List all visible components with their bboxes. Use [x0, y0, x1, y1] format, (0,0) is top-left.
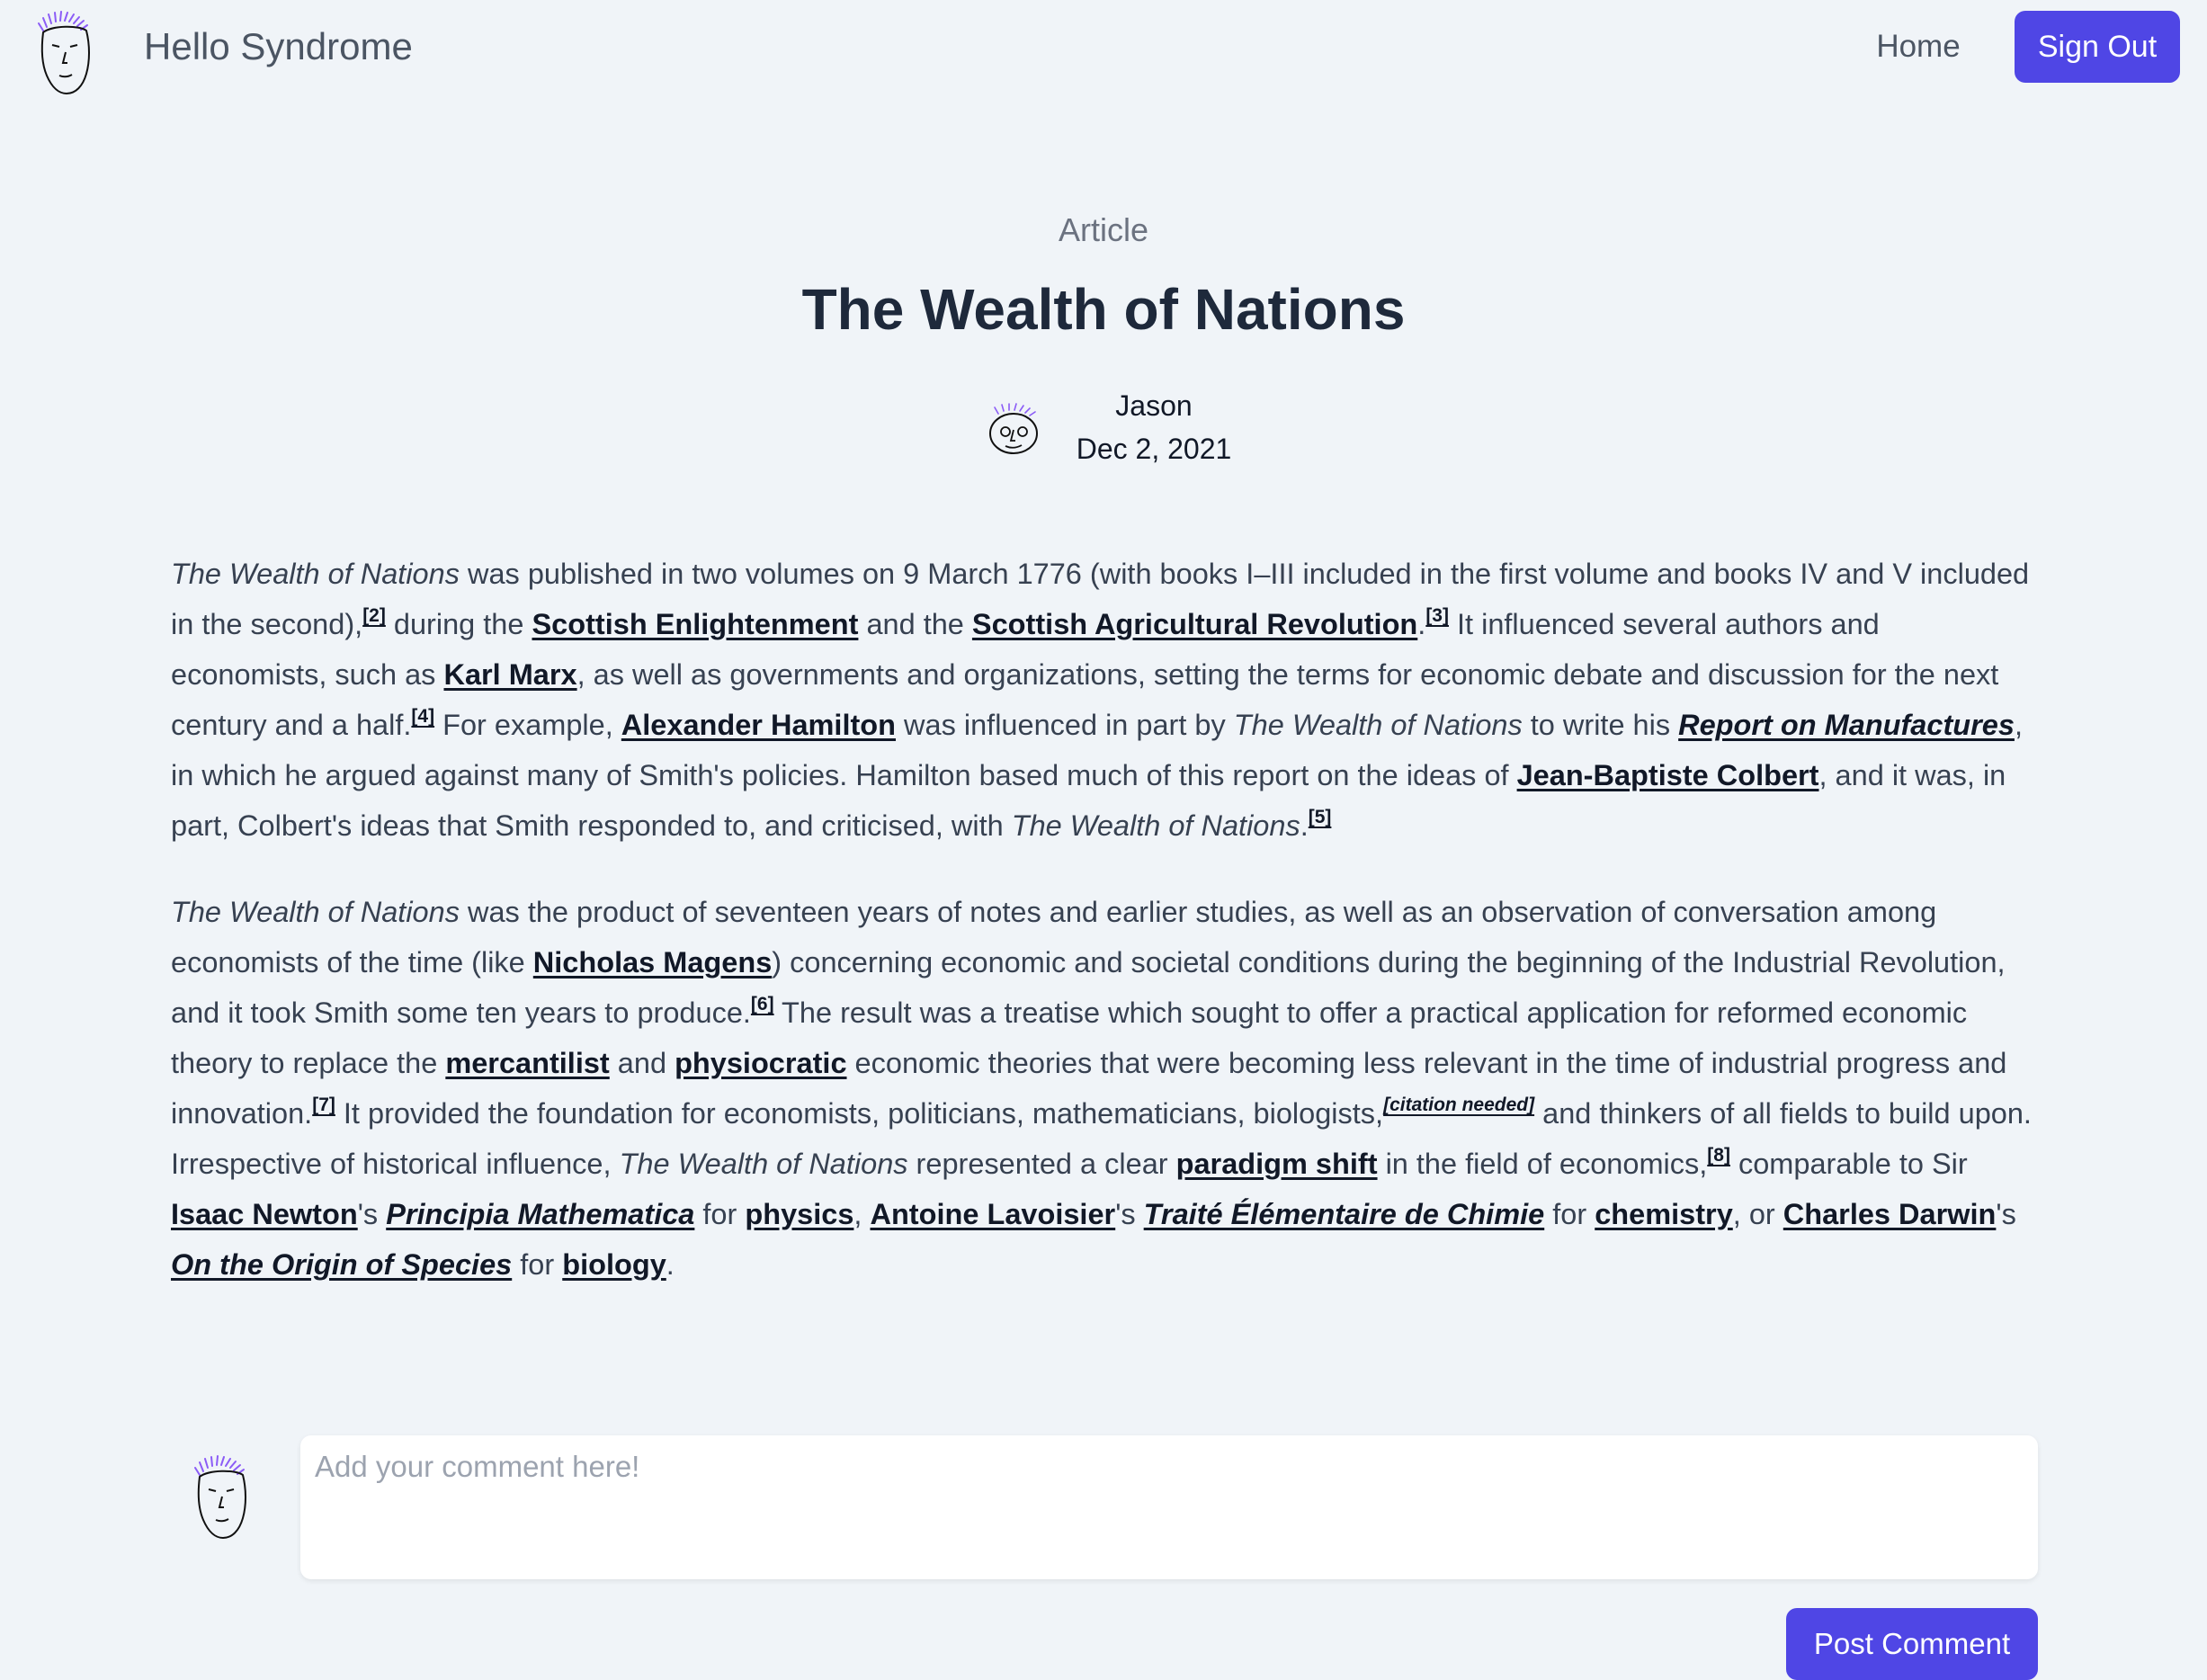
wiki-link-italic[interactable]: Report on Manufactures: [1678, 709, 2015, 741]
body-text: .: [1300, 809, 1309, 842]
body-text: for: [1544, 1198, 1595, 1230]
reference-marker: [3]: [1425, 605, 1449, 626]
wiki-link[interactable]: Scottish Enlightenment: [532, 608, 858, 640]
reference-marker: [2]: [362, 605, 386, 626]
wiki-link[interactable]: mercantilist: [445, 1047, 609, 1079]
face-avatar-icon[interactable]: [34, 11, 97, 97]
body-text: 's: [357, 1198, 387, 1230]
body-text: was influenced in part by: [896, 709, 1234, 741]
nav-home-link[interactable]: Home: [1853, 22, 1984, 72]
wiki-link[interactable]: physiocratic: [675, 1047, 846, 1079]
post-comment-button[interactable]: Post Comment: [1786, 1608, 2038, 1680]
italic-title-text: The Wealth of Nations: [1011, 809, 1300, 842]
body-text: in the field of economics,: [1377, 1148, 1708, 1180]
reference-link[interactable]: [3]: [1425, 605, 1449, 626]
reference-marker: [6]: [751, 994, 774, 1014]
comment-input[interactable]: [300, 1435, 2038, 1579]
wiki-link[interactable]: biology: [562, 1248, 666, 1281]
body-text: during the: [385, 608, 532, 640]
body-text: 's: [1996, 1198, 2016, 1230]
body-text: for: [512, 1248, 563, 1281]
reference-link[interactable]: [2]: [362, 605, 386, 626]
article-paragraph: The Wealth of Nations was published in t…: [171, 549, 2038, 851]
italic-title-text: The Wealth of Nations: [619, 1148, 908, 1180]
wiki-link[interactable]: Jean-Baptiste Colbert: [1517, 759, 1819, 791]
body-text: to write his: [1522, 709, 1679, 741]
wiki-link-italic[interactable]: Traité Élémentaire de Chimie: [1144, 1198, 1545, 1230]
wiki-link[interactable]: Charles Darwin: [1783, 1198, 1997, 1230]
reference-link[interactable]: [6]: [751, 994, 774, 1014]
article-paragraph: The Wealth of Nations was the product of…: [171, 887, 2038, 1290]
body-text: for: [694, 1198, 746, 1230]
reference-link[interactable]: [5]: [1309, 807, 1332, 827]
article-body: The Wealth of Nations was published in t…: [171, 549, 2038, 1290]
article-kicker: Article: [1058, 211, 1149, 248]
article-title: The Wealth of Nations: [801, 277, 1406, 342]
wiki-link[interactable]: Karl Marx: [443, 658, 576, 691]
wiki-link[interactable]: Alexander Hamilton: [621, 709, 896, 741]
wiki-link[interactable]: chemistry: [1595, 1198, 1733, 1230]
wiki-link-italic[interactable]: Principia Mathematica: [386, 1198, 694, 1230]
reference-marker: [7]: [312, 1095, 335, 1115]
body-text: It provided the foundation for economist…: [335, 1097, 1384, 1130]
sign-out-button[interactable]: Sign Out: [2015, 11, 2180, 83]
wiki-link[interactable]: physics: [745, 1198, 853, 1230]
citation-needed-link[interactable]: [citation needed]: [1383, 1095, 1534, 1115]
current-user-avatar-icon: [194, 1455, 246, 1540]
wiki-link[interactable]: paradigm shift: [1176, 1148, 1378, 1180]
reference-link[interactable]: [7]: [312, 1095, 335, 1115]
author-avatar-icon[interactable]: [986, 403, 1045, 457]
wiki-link[interactable]: Antoine Lavoisier: [870, 1198, 1115, 1230]
wiki-link[interactable]: Scottish Agricultural Revolution: [972, 608, 1417, 640]
publish-date: Dec 2, 2021: [1076, 433, 1232, 465]
body-text: represented a clear: [907, 1148, 1176, 1180]
body-text: ,: [853, 1198, 871, 1230]
italic-title-text: The Wealth of Nations: [1233, 709, 1523, 741]
reference-marker: [5]: [1309, 807, 1332, 827]
reference-link[interactable]: [8]: [1707, 1145, 1730, 1166]
body-text: comparable to Sir: [1729, 1148, 1968, 1180]
body-text: and: [609, 1047, 675, 1079]
body-text: , or: [1732, 1198, 1783, 1230]
italic-title-text: The Wealth of Nations: [171, 896, 460, 928]
body-text: .: [1417, 608, 1426, 640]
site-name-link[interactable]: Hello Syndrome: [144, 22, 413, 72]
body-text: .: [666, 1248, 675, 1281]
reference-marker: [8]: [1707, 1145, 1730, 1166]
wiki-link-italic[interactable]: On the Origin of Species: [171, 1248, 512, 1281]
body-text: and the: [858, 608, 972, 640]
body-text: 's: [1115, 1198, 1144, 1230]
reference-marker: [4]: [411, 706, 434, 727]
italic-title-text: The Wealth of Nations: [171, 558, 460, 590]
wiki-link[interactable]: Isaac Newton: [171, 1198, 358, 1230]
body-text: For example,: [434, 709, 621, 741]
top-navigation-bar: Hello Syndrome Home Sign Out: [0, 0, 2207, 97]
citation-needed: [citation needed]: [1383, 1095, 1534, 1115]
reference-link[interactable]: [4]: [411, 706, 434, 727]
author-name[interactable]: Jason: [1061, 385, 1246, 426]
wiki-link[interactable]: Nicholas Magens: [533, 946, 773, 979]
